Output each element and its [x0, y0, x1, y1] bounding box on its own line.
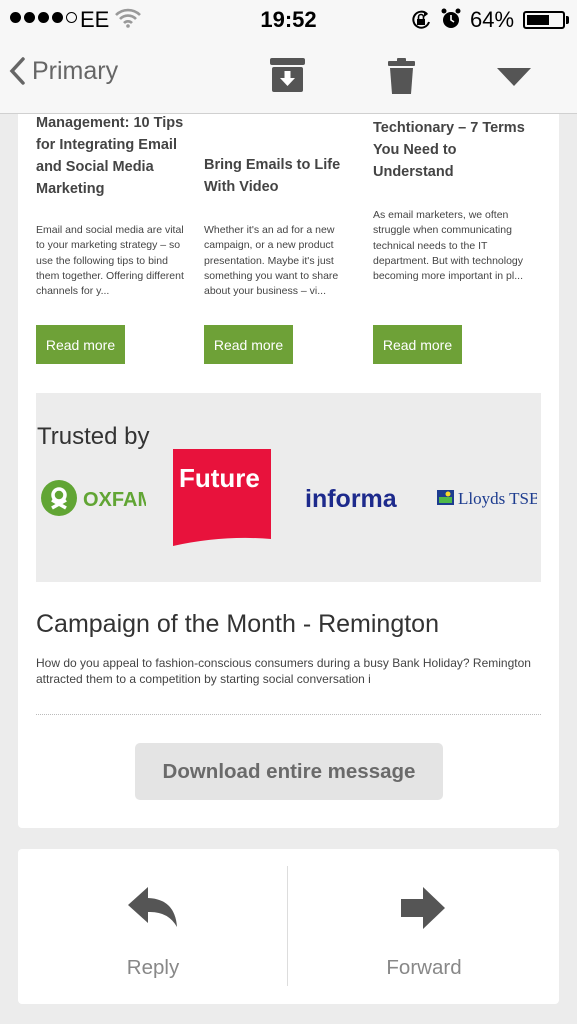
chevron-left-icon	[9, 57, 25, 85]
campaign-summary: How do you appeal to fashion-conscious c…	[36, 656, 531, 686]
informa-logo: informa	[305, 485, 398, 513]
reply-label: Reply	[126, 956, 180, 979]
campaign-title: Campaign of the Month - Remington	[36, 610, 439, 638]
read-more-button[interactable]: Read more	[204, 325, 293, 364]
status-bar: EE 19:52 64%	[0, 0, 577, 40]
archive-icon[interactable]	[270, 58, 305, 92]
article-summary: Email and social media are vital to your…	[36, 224, 184, 298]
forward-arrow-icon	[401, 887, 445, 929]
svg-text:informa: informa	[305, 485, 398, 513]
trusted-by-title: Trusted by	[37, 423, 150, 450]
svg-text:Lloyds TSB: Lloyds TSB	[458, 489, 537, 508]
article-3-body: As email marketers, we often struggle wh…	[373, 208, 525, 284]
article-3: Techtionary – 7 Terms You Need to Unders…	[373, 117, 525, 183]
read-more-button[interactable]: Read more	[373, 325, 462, 364]
trash-icon[interactable]	[388, 58, 415, 94]
battery-tip	[566, 16, 569, 24]
article-2-body: Whether it's an ad for a new campaign, o…	[204, 223, 356, 299]
svg-text:OXFAM: OXFAM	[83, 489, 146, 511]
caret-down-icon[interactable]	[497, 68, 531, 86]
forward-label: Forward	[386, 956, 462, 979]
future-logo: Future	[173, 449, 271, 546]
divider	[36, 714, 541, 715]
message-body: Management: 10 Tips for Integrating Emai…	[18, 114, 559, 828]
article-title: Management: 10 Tips for Integrating Emai…	[36, 115, 184, 197]
article-title: Bring Emails to Life With Video	[204, 157, 341, 195]
action-divider	[287, 866, 288, 986]
oxfam-logo: OXFAM	[41, 480, 146, 516]
article-summary: Whether it's an ad for a new campaign, o…	[204, 224, 339, 298]
article-title: Techtionary – 7 Terms You Need to Unders…	[373, 120, 525, 180]
reply-icon	[128, 887, 177, 927]
battery-icon	[523, 11, 565, 29]
rotation-lock-icon	[412, 10, 430, 29]
back-label: Primary	[32, 56, 119, 85]
message-actions: Reply Forward	[18, 849, 559, 1004]
reply-button[interactable]: Reply	[18, 849, 288, 1004]
trusted-by-section: Trusted by OXFAM Future informa Lloyds T…	[36, 393, 541, 582]
svg-text:Future: Future	[179, 463, 260, 493]
battery-level	[527, 15, 549, 25]
alarm-icon	[441, 8, 461, 28]
battery-percent: 64%	[470, 7, 515, 32]
article-2: Bring Emails to Life With Video	[204, 154, 356, 198]
read-more-button[interactable]: Read more	[36, 325, 125, 364]
article-1-body: Email and social media are vital to your…	[36, 223, 188, 299]
nav-bar: Primary	[0, 40, 577, 114]
download-message-button[interactable]: Download entire message	[135, 743, 443, 800]
forward-button[interactable]: Forward	[289, 849, 559, 1004]
back-button[interactable]: Primary	[8, 56, 118, 86]
lloyds-tsb-logo: Lloyds TSB	[437, 489, 537, 508]
article-summary: As email marketers, we often struggle wh…	[373, 209, 524, 283]
article-1: Management: 10 Tips for Integrating Emai…	[36, 112, 188, 200]
